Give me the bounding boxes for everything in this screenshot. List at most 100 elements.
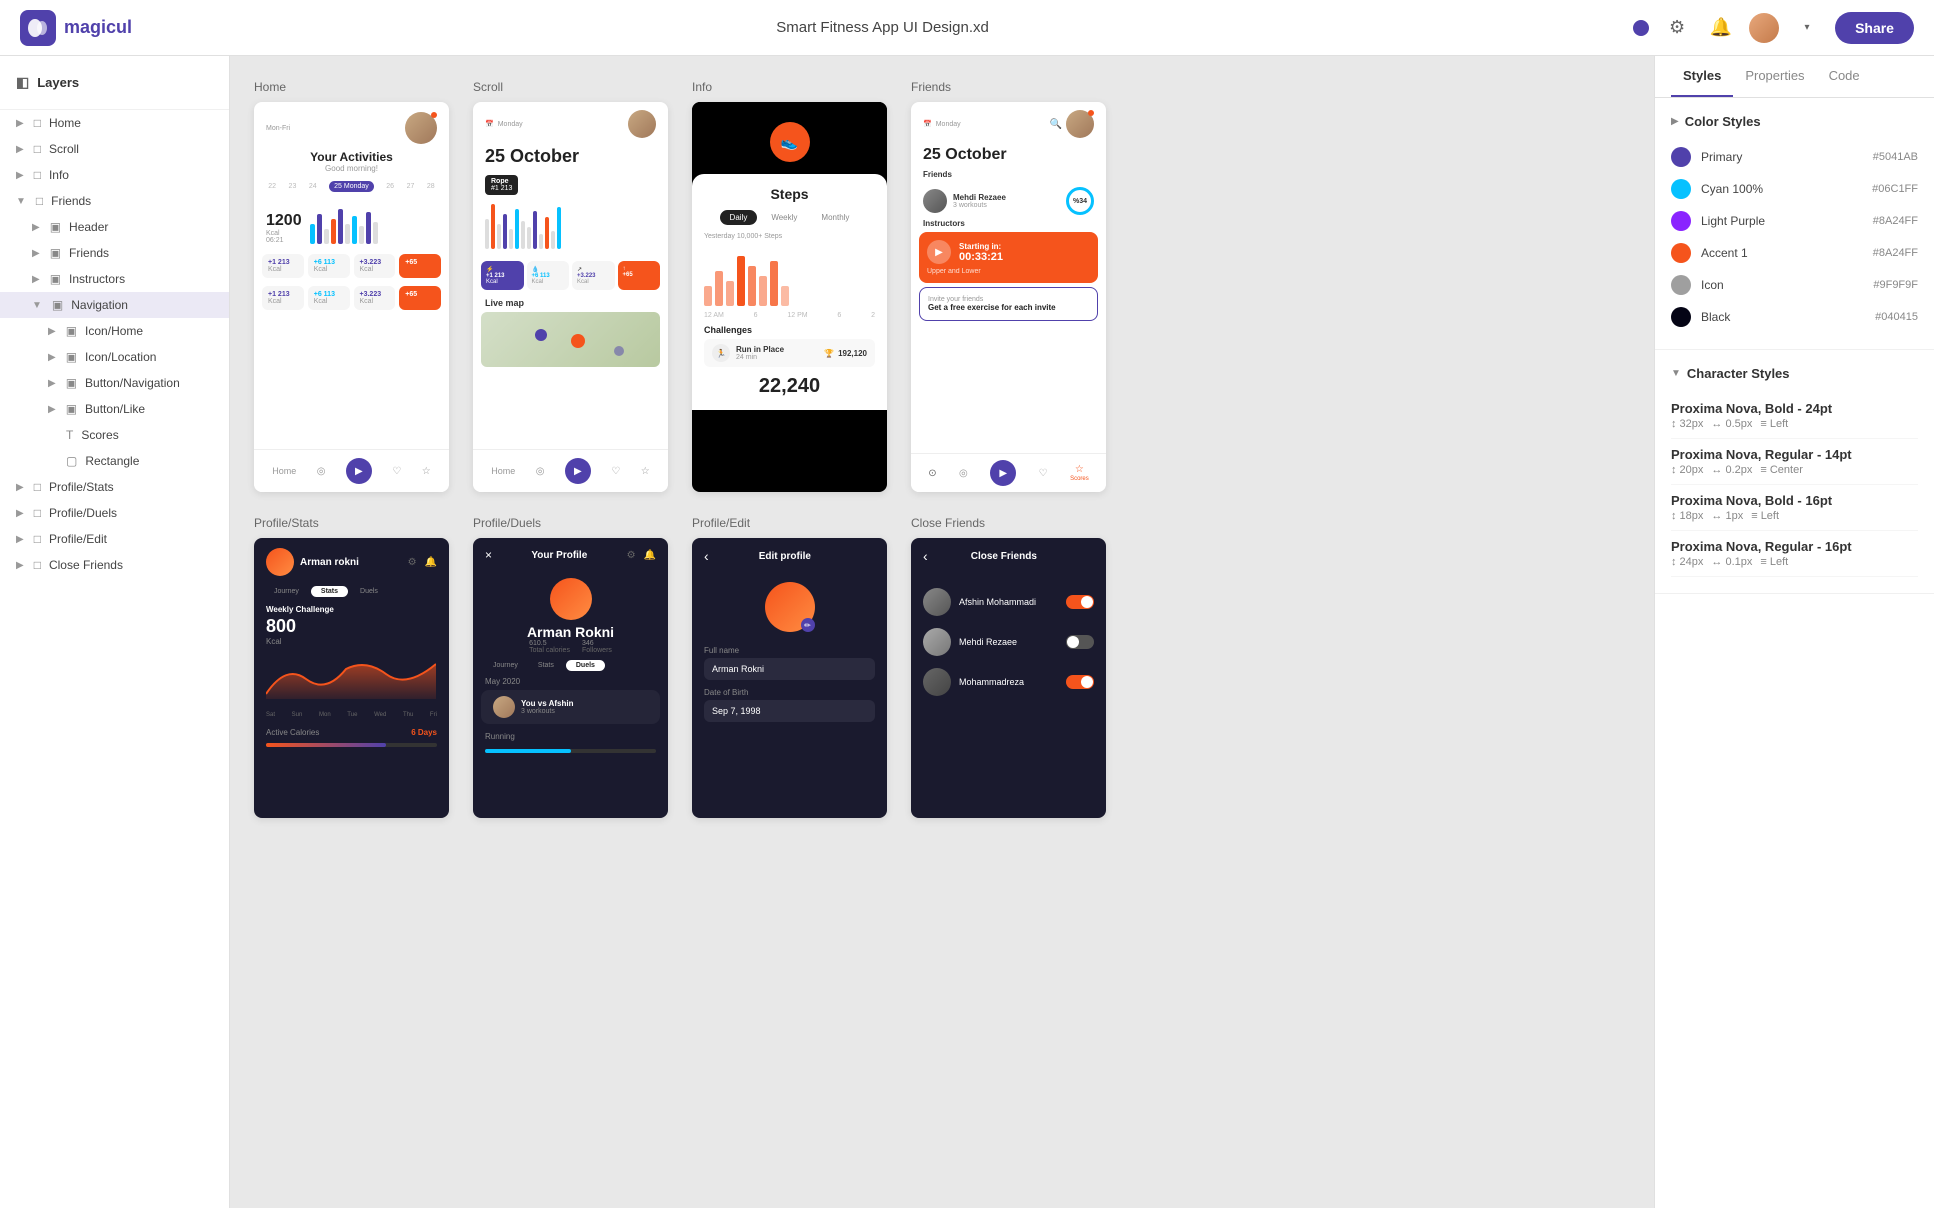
layer-label: Navigation xyxy=(71,298,128,312)
layers-header[interactable]: ◧ Layers xyxy=(0,66,229,99)
play-button[interactable]: ▶ xyxy=(346,458,372,484)
chevron-down-icon: ▼ xyxy=(16,196,26,207)
layer-label: Icon/Location xyxy=(85,350,156,364)
dropdown-icon[interactable]: ▾ xyxy=(1791,12,1823,44)
char-style-3: Proxima Nova, Bold - 16pt ↕ 18px ↔ 1px ≡… xyxy=(1671,485,1918,531)
close-friends-frame[interactable]: ‹ Close Friends Afshin Mohammadi xyxy=(911,538,1106,818)
page-icon: □ xyxy=(34,142,41,156)
char-align-4: ≡ Left xyxy=(1760,556,1788,568)
info-frame[interactable]: 👟 Steps Daily Weekly Monthly xyxy=(692,102,887,492)
layer-profile-duels[interactable]: ▶ □ Profile/Duels xyxy=(0,500,229,526)
nav-heart[interactable]: ♡ xyxy=(392,466,401,477)
layer-label: Icon/Home xyxy=(85,324,143,338)
logo-text: magicul xyxy=(64,17,132,38)
layers-title: Layers xyxy=(37,75,79,90)
char-align-3: ≡ Left xyxy=(1751,510,1779,522)
layer-profile-stats[interactable]: ▶ □ Profile/Stats xyxy=(0,474,229,500)
layer-friends[interactable]: ▼ □ Friends xyxy=(0,188,229,214)
logo[interactable]: magicul xyxy=(20,10,132,46)
folder-icon: ▣ xyxy=(66,324,77,338)
nav-star[interactable]: ☆ xyxy=(422,466,431,477)
folder-icon: ▣ xyxy=(50,246,61,260)
layer-close-friends[interactable]: ▶ □ Close Friends xyxy=(0,552,229,578)
layer-info[interactable]: ▶ □ Info xyxy=(0,162,229,188)
char-spacing-1: ↔ 0.5px xyxy=(1711,418,1752,430)
info-label: Info xyxy=(692,80,887,94)
char-style-name-4: Proxima Nova, Regular - 16pt xyxy=(1671,539,1918,554)
color-icon: Icon #9F9F9F xyxy=(1671,269,1918,301)
color-chevron-icon[interactable]: ▶ xyxy=(1671,116,1679,127)
color-swatch-black xyxy=(1671,307,1691,327)
layers-section: ◧ Layers xyxy=(0,56,229,110)
layers-icon: ◧ xyxy=(16,74,29,91)
char-style-name-2: Proxima Nova, Regular - 14pt xyxy=(1671,447,1918,462)
settings-icon[interactable]: ⚙ xyxy=(1661,12,1693,44)
chevron-icon: ▶ xyxy=(32,248,40,259)
home-frame[interactable]: Mon-Fri Your Activities Good morning! 22… xyxy=(254,102,449,492)
layer-icon-home[interactable]: ▶ ▣ Icon/Home xyxy=(0,318,229,344)
page-icon: □ xyxy=(34,480,41,494)
layer-profile-edit[interactable]: ▶ □ Profile/Edit xyxy=(0,526,229,552)
char-styles-header: ▼ Character Styles xyxy=(1671,366,1918,381)
close-friends-group: Close Friends ‹ Close Friends xyxy=(911,516,1106,818)
bell-icon[interactable]: 🔔 xyxy=(1705,12,1737,44)
page-icon: □ xyxy=(34,506,41,520)
color-swatch-light-purple xyxy=(1671,211,1691,231)
avatar[interactable] xyxy=(1749,13,1779,43)
profile-duels-frame[interactable]: × Your Profile ⚙ 🔔 Arman Rokni xyxy=(473,538,668,818)
char-chevron-icon[interactable]: ▼ xyxy=(1671,368,1681,379)
tab-weekly[interactable]: Weekly xyxy=(761,210,807,225)
tab-monthly[interactable]: Monthly xyxy=(811,210,859,225)
layer-scroll[interactable]: ▶ □ Scroll xyxy=(0,136,229,162)
chevron-icon: ▶ xyxy=(16,534,24,545)
layer-label: Profile/Edit xyxy=(49,532,107,546)
layer-scores[interactable]: T Scores xyxy=(0,422,229,448)
profile-duels-label: Profile/Duels xyxy=(473,516,668,530)
home-frame-group: Home Mon-Fri Your Activities Good mornin… xyxy=(254,80,449,492)
layer-label: Profile/Duels xyxy=(49,506,117,520)
nav-actions: ⚙ 🔔 ▾ Share xyxy=(1633,12,1914,44)
color-hex-cyan: #06C1FF xyxy=(1872,183,1918,195)
char-align-1: ≡ Left xyxy=(1760,418,1788,430)
tab-properties[interactable]: Properties xyxy=(1733,56,1816,97)
char-style-meta-3: ↕ 18px ↔ 1px ≡ Left xyxy=(1671,510,1918,522)
color-name-light-purple: Light Purple xyxy=(1701,214,1863,228)
layer-home[interactable]: ▶ □ Home xyxy=(0,110,229,136)
folder-icon: ▣ xyxy=(50,220,61,234)
layer-header[interactable]: ▶ ▣ Header xyxy=(0,214,229,240)
share-button[interactable]: Share xyxy=(1835,12,1914,44)
folder-icon: ▣ xyxy=(66,350,77,364)
tab-daily[interactable]: Daily xyxy=(720,210,758,225)
scroll-frame[interactable]: 📅Monday 25 October Rope #1 213 xyxy=(473,102,668,492)
char-size-2: ↕ 20px xyxy=(1671,464,1703,476)
layer-button-nav[interactable]: ▶ ▣ Button/Navigation xyxy=(0,370,229,396)
color-name-primary: Primary xyxy=(1701,150,1863,164)
home-title: Your Activities xyxy=(254,150,449,164)
row2: Profile/Stats Arman rokni ⚙ 🔔 xyxy=(254,516,1630,818)
profile-duels-group: Profile/Duels × Your Profile ⚙ 🔔 xyxy=(473,516,668,818)
profile-stats-frame[interactable]: Arman rokni ⚙ 🔔 Journey Stats Duels xyxy=(254,538,449,818)
profile-stats-label: Profile/Stats xyxy=(254,516,449,530)
topnav: magicul Smart Fitness App UI Design.xd ⚙… xyxy=(0,0,1934,56)
folder-icon: ▣ xyxy=(52,298,63,312)
layer-button-like[interactable]: ▶ ▣ Button/Like xyxy=(0,396,229,422)
layer-rectangle[interactable]: ▢ Rectangle xyxy=(0,448,229,474)
layer-icon-location[interactable]: ▶ ▣ Icon/Location xyxy=(0,344,229,370)
tab-code[interactable]: Code xyxy=(1817,56,1872,97)
char-size-3: ↕ 18px xyxy=(1671,510,1703,522)
chevron-down-icon: ▼ xyxy=(32,300,42,311)
friends-frame[interactable]: 📅Monday 🔍 25 October xyxy=(911,102,1106,492)
chevron-icon: ▶ xyxy=(16,508,24,519)
layer-friends-sub[interactable]: ▶ ▣ Friends xyxy=(0,240,229,266)
layer-label: Rectangle xyxy=(85,454,139,468)
color-name-icon: Icon xyxy=(1701,278,1863,292)
layer-navigation[interactable]: ▼ ▣ Navigation xyxy=(0,292,229,318)
nav-loc[interactable]: ◎ xyxy=(317,466,326,477)
layer-instructors[interactable]: ▶ ▣ Instructors xyxy=(0,266,229,292)
profile-edit-frame[interactable]: ‹ Edit profile ✏ Full name xyxy=(692,538,887,818)
right-tabs: Styles Properties Code xyxy=(1655,56,1934,98)
char-style-name-3: Proxima Nova, Bold - 16pt xyxy=(1671,493,1918,508)
nav-home[interactable]: Home xyxy=(272,466,296,476)
tab-styles[interactable]: Styles xyxy=(1671,56,1733,97)
layer-label: Instructors xyxy=(69,272,125,286)
